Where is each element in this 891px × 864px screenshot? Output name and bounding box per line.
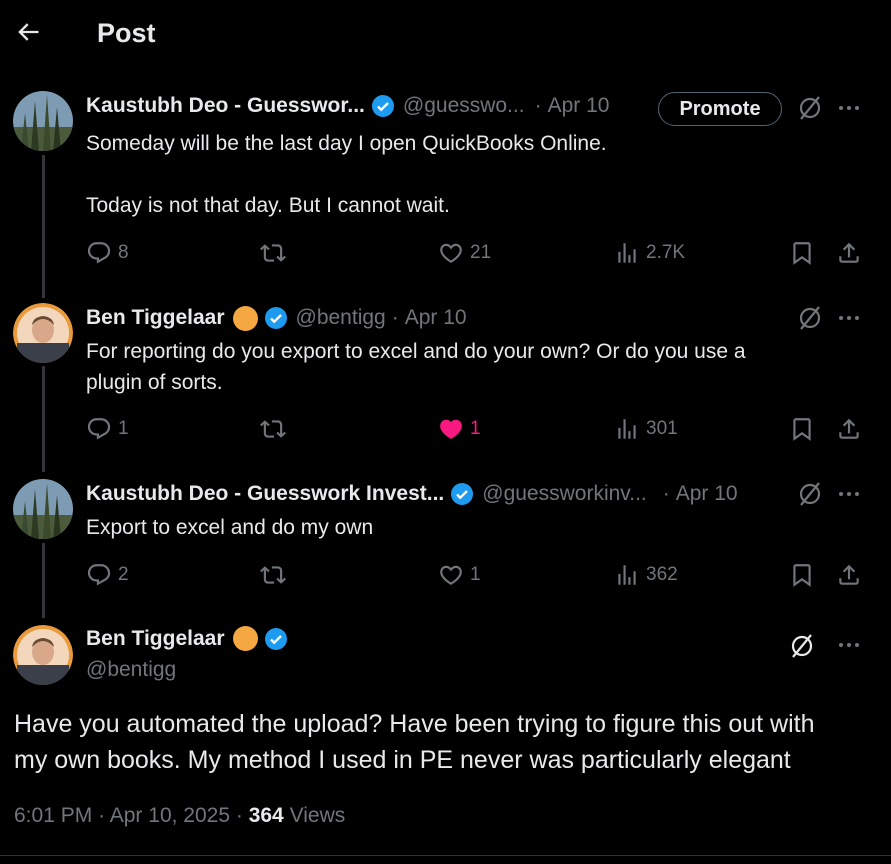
header: Post (0, 0, 891, 66)
post-time[interactable]: 6:01 PM (14, 804, 92, 827)
tweet-text: For reporting do you export to excel and… (86, 340, 746, 394)
main-tweet-text: Have you automated the upload? Have been… (14, 710, 815, 774)
reply-icon (87, 564, 111, 586)
verified-icon (264, 627, 287, 650)
reply-count: 8 (118, 242, 129, 263)
like-button[interactable]: 1 (438, 560, 481, 590)
like-button[interactable]: 1 (438, 414, 481, 444)
retweet-icon (260, 566, 286, 584)
more-icon[interactable] (836, 481, 862, 507)
share-icon[interactable] (836, 414, 862, 444)
retweet-button[interactable] (260, 560, 292, 590)
affiliate-badge-icon (232, 305, 258, 331)
separator-dot: · (534, 94, 542, 117)
more-icon[interactable] (836, 95, 862, 121)
views-count: 362 (646, 564, 678, 585)
views-icon (618, 419, 636, 439)
divider (0, 855, 891, 856)
author-handle[interactable]: @bentigg (296, 306, 386, 330)
reply-button[interactable]: 2 (86, 560, 129, 590)
retweet-icon (260, 420, 286, 438)
tweet-text: Someday will be the last day I open Quic… (86, 132, 607, 217)
bookmark-icon[interactable] (789, 414, 815, 444)
affiliate-badge-icon (232, 626, 258, 651)
tweet-header: Ben Tiggelaar @bentigg · Apr 10 (86, 304, 467, 332)
author-name[interactable]: Ben Tiggelaar (86, 306, 225, 330)
grok-icon[interactable] (796, 480, 824, 508)
reply-button[interactable]: 1 (86, 414, 129, 444)
author-handle[interactable]: @bentigg (86, 658, 176, 682)
page-title: Post (97, 18, 156, 48)
thread-line (42, 155, 45, 298)
like-icon (440, 565, 462, 585)
views-icon (618, 243, 636, 263)
views-count: 364 (248, 804, 284, 827)
bookmark-icon[interactable] (789, 238, 815, 268)
post-meta: 6:01 PM · Apr 10, 2025 · 364 Views (14, 804, 345, 828)
avatar[interactable] (13, 479, 73, 539)
grok-icon[interactable] (796, 94, 824, 122)
promote-button[interactable]: Promote (658, 92, 782, 126)
author-handle[interactable]: @guesswo... (403, 94, 525, 118)
views-count: 301 (646, 418, 678, 439)
main-tweet-author: Ben Tiggelaar (86, 626, 288, 651)
views-button[interactable]: 301 (614, 414, 678, 444)
retweet-button[interactable] (260, 414, 292, 444)
verified-icon (371, 95, 394, 117)
like-icon (440, 243, 462, 263)
avatar[interactable] (13, 625, 73, 685)
back-arrow-icon[interactable] (14, 18, 42, 46)
views-count: 2.7K (646, 242, 686, 263)
like-count: 21 (470, 242, 492, 263)
views-label: Views (289, 804, 346, 827)
thread-line (42, 366, 45, 472)
like-count: 1 (470, 418, 481, 439)
post-date[interactable]: Apr 10 (548, 94, 610, 118)
tweet-actions: 1 1 301 (86, 414, 866, 444)
avatar[interactable] (13, 91, 73, 151)
more-icon[interactable] (836, 305, 862, 331)
tweet-text: Export to excel and do my own (86, 516, 374, 539)
reply-icon (87, 242, 111, 264)
separator-dot: · (98, 804, 106, 827)
separator-dot: · (662, 482, 670, 505)
author-handle[interactable]: @guessworkinv... (482, 482, 646, 506)
post-full-date[interactable]: Apr 10, 2025 (110, 804, 230, 827)
avatar[interactable] (13, 303, 73, 363)
post-date[interactable]: Apr 10 (405, 306, 467, 330)
reply-button[interactable]: 8 (86, 238, 129, 268)
tweet-header: Kaustubh Deo - Guesswor... @guesswo... ·… (86, 92, 609, 120)
share-icon[interactable] (836, 560, 862, 590)
retweet-icon (260, 244, 286, 262)
like-count: 1 (470, 564, 481, 585)
separator-dot: · (391, 306, 399, 329)
author-name[interactable]: Ben Tiggelaar (86, 627, 225, 651)
retweet-button[interactable] (260, 238, 292, 268)
views-icon (618, 565, 636, 585)
tweet-actions: 2 1 362 (86, 560, 866, 590)
thread-line (42, 543, 45, 618)
views-button[interactable]: 2.7K (614, 238, 685, 268)
separator-dot: · (235, 804, 243, 827)
like-button[interactable]: 21 (438, 238, 491, 268)
author-name[interactable]: Kaustubh Deo - Guesswork Invest... (86, 482, 444, 506)
tweet-header: Kaustubh Deo - Guesswork Invest... @gues… (86, 480, 738, 508)
bookmark-icon[interactable] (789, 560, 815, 590)
reply-count: 2 (118, 564, 129, 585)
grok-icon[interactable] (788, 632, 816, 660)
author-name[interactable]: Kaustubh Deo - Guesswor... (86, 94, 365, 118)
tweet-actions: 8 21 2.7K (86, 238, 866, 268)
verified-icon (264, 307, 287, 329)
more-icon[interactable] (836, 632, 862, 658)
reply-icon (87, 418, 111, 440)
views-button[interactable]: 362 (614, 560, 678, 590)
verified-icon (451, 483, 474, 505)
share-icon[interactable] (836, 238, 862, 268)
post-date[interactable]: Apr 10 (676, 482, 738, 506)
reply-count: 1 (118, 418, 129, 439)
grok-icon[interactable] (796, 304, 824, 332)
like-icon (440, 419, 462, 439)
